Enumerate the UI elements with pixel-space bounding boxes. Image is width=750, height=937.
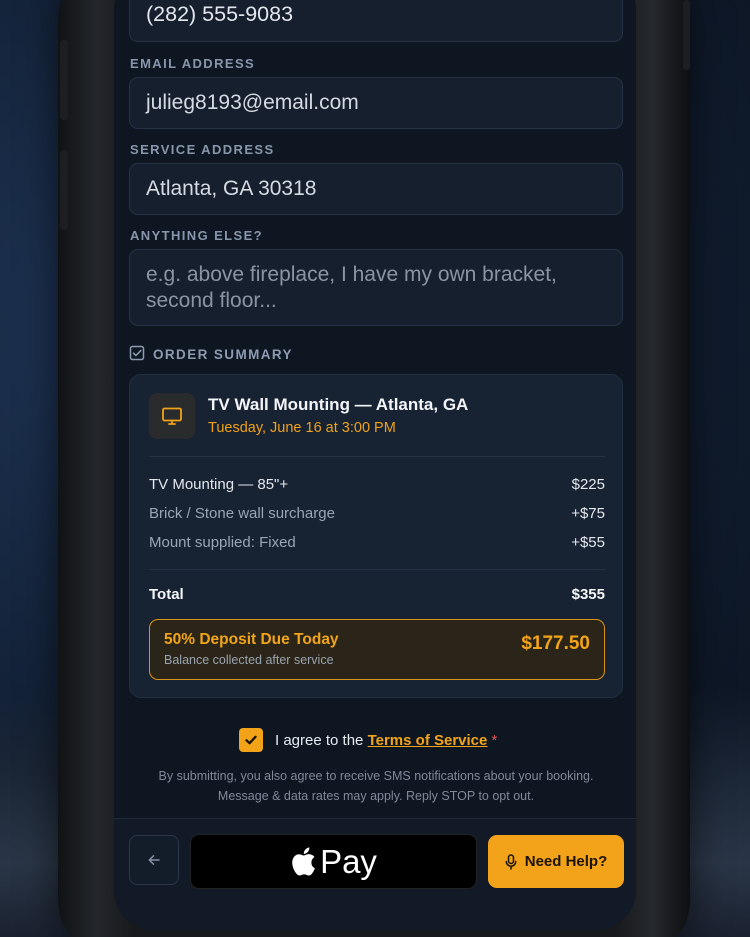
monitor-icon <box>149 393 195 439</box>
terms-of-service-link[interactable]: Terms of Service <box>368 732 488 749</box>
email-label: EMAIL ADDRESS <box>130 56 256 71</box>
order-summary-heading: ORDER SUMMARY <box>129 345 293 364</box>
line-item-value: +$75 <box>571 505 605 522</box>
apple-logo-icon <box>292 847 315 876</box>
terms-prefix: I agree to the <box>275 731 364 749</box>
divider <box>149 456 605 457</box>
notes-label: ANYTHING ELSE? <box>130 228 263 243</box>
deposit-title: 50% Deposit Due Today <box>164 631 339 648</box>
line-item-label: Brick / Stone wall surcharge <box>149 505 335 522</box>
service-title: TV Wall Mounting — Atlanta, GA <box>208 395 469 414</box>
microphone-icon <box>505 853 517 870</box>
email-field[interactable]: julieg8193@email.com <box>129 77 623 129</box>
divider <box>149 569 605 570</box>
checkmark-icon <box>245 735 257 745</box>
deposit-amount: $177.50 <box>521 633 590 654</box>
line-item-value: +$55 <box>571 534 605 551</box>
service-address-field[interactable]: Atlanta, GA 30318 <box>129 163 623 215</box>
phone-screen: (282) 555-9083 EMAIL ADDRESS julieg8193@… <box>114 0 636 930</box>
deposit-box: 50% Deposit Due Today Balance collected … <box>149 619 605 680</box>
sms-disclaimer-line1: By submitting, you also agree to receive… <box>158 769 594 783</box>
apple-pay-button[interactable]: Pay <box>190 834 477 889</box>
required-marker: * <box>491 731 498 749</box>
back-button[interactable] <box>129 835 179 885</box>
phone-side-button <box>60 150 68 230</box>
address-label: SERVICE ADDRESS <box>130 142 275 157</box>
line-item-value: $225 <box>571 476 605 493</box>
arrow-left-icon <box>148 855 160 865</box>
total-label: Total <box>149 586 184 603</box>
terms-checkbox[interactable] <box>239 728 263 752</box>
deposit-subtitle: Balance collected after service <box>164 653 334 667</box>
order-summary-title: ORDER SUMMARY <box>153 347 293 362</box>
phone-side-button <box>683 0 690 70</box>
sms-disclaimer: By submitting, you also agree to receive… <box>129 766 623 806</box>
apple-pay-label: Pay <box>320 842 377 880</box>
service-address-value: Atlanta, GA 30318 <box>146 177 317 200</box>
line-item: Brick / Stone wall surcharge +$75 <box>149 505 605 522</box>
sms-disclaimer-line2: Message & data rates may apply. Reply ST… <box>217 789 535 803</box>
terms-agreement: I agree to the Terms of Service * <box>239 728 497 752</box>
total-row: Total $355 <box>149 586 605 603</box>
phone-field-value: (282) 555-9083 <box>146 2 294 26</box>
email-field-value: julieg8193@email.com <box>146 91 359 114</box>
line-item-label: TV Mounting — 85"+ <box>149 476 289 493</box>
need-help-label: Need Help? <box>524 853 608 870</box>
checkbox-square-icon <box>129 345 145 364</box>
line-item: TV Mounting — 85"+ $225 <box>149 476 605 493</box>
notes-placeholder-line2: second floor... <box>146 288 277 312</box>
service-datetime: Tuesday, June 16 at 3:00 PM <box>208 420 396 436</box>
order-summary-card: TV Wall Mounting — Atlanta, GA Tuesday, … <box>129 374 623 698</box>
line-item: Mount supplied: Fixed +$55 <box>149 534 605 551</box>
phone-side-button <box>60 40 68 120</box>
notes-textarea[interactable]: e.g. above fireplace, I have my own brac… <box>129 249 623 326</box>
total-value: $355 <box>571 586 605 603</box>
line-item-label: Mount supplied: Fixed <box>149 534 296 551</box>
notes-placeholder-line1: e.g. above fireplace, I have my own brac… <box>146 262 557 286</box>
phone-field[interactable]: (282) 555-9083 <box>129 0 623 42</box>
need-help-button[interactable]: Need Help? <box>488 835 624 888</box>
